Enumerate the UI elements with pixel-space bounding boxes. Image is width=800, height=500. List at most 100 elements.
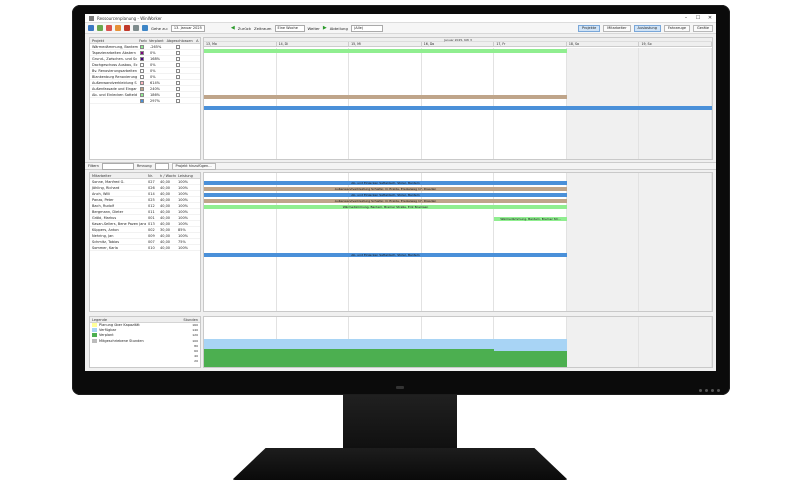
project-name: Außenwandverkleidung S — [92, 81, 137, 85]
assignment-bar[interactable]: Ab- und Einlecken Satteldach, Stoler, Ba… — [204, 181, 567, 185]
closed-checkbox[interactable] — [176, 69, 180, 73]
forward-arrow-icon[interactable]: ▶ — [323, 25, 327, 31]
employee-performance: 100% — [178, 216, 189, 220]
assignment-bar[interactable]: Außenwandverkleidung Schiefer, O. Ereide… — [204, 199, 567, 203]
column-header-a[interactable]: A — [194, 38, 200, 43]
project-planned: 0% — [150, 69, 156, 73]
closed-checkbox[interactable] — [176, 45, 180, 49]
next-button[interactable]: Weiter — [308, 26, 320, 31]
project-name — [90, 98, 138, 103]
column-header-closed[interactable]: Abgeschlossen — [165, 38, 194, 43]
employee-number: 010 — [148, 246, 155, 250]
employee-hours: 30,00 — [160, 228, 171, 232]
assignment-bar[interactable]: Außenwandverkleidung Schiefer, O. Ereide… — [204, 187, 567, 191]
legend-label: Verfügbar — [99, 328, 117, 333]
employee-hours: 40,00 — [160, 204, 171, 208]
closed-checkbox[interactable] — [176, 81, 180, 85]
project-color — [138, 80, 148, 85]
column-header-hours[interactable]: h / Woche — [158, 173, 176, 178]
list-item[interactable]: 297% — [90, 98, 200, 104]
project-closed — [166, 86, 196, 91]
projects-view-button[interactable]: Projekte — [578, 24, 601, 32]
closed-checkbox[interactable] — [176, 51, 180, 55]
app-icon — [89, 15, 94, 21]
project-bar[interactable] — [204, 95, 567, 99]
print-icon[interactable] — [133, 25, 139, 31]
column-header-color[interactable]: Farbe — [137, 38, 147, 43]
column-header-employee[interactable]: Mitarbeiter — [90, 173, 146, 178]
assignment-bar[interactable]: Ab- und Einlecken Satteldach, Stoler, Ba… — [204, 253, 567, 257]
project-closed — [166, 62, 196, 67]
monitor-neck — [343, 395, 457, 452]
closed-checkbox[interactable] — [176, 63, 180, 67]
table-row[interactable]: Sommer, Karla 010 40,00 100% — [90, 245, 200, 251]
day-header: 17, Fr — [494, 42, 567, 46]
employee-hours: 40,00 — [160, 192, 171, 196]
help-icon[interactable] — [142, 25, 148, 31]
employees-view-button[interactable]: Mitarbeiter — [603, 24, 631, 32]
minimize-button[interactable]: – — [680, 14, 692, 22]
refresh-icon[interactable] — [97, 25, 103, 31]
employee-name: Nehring, Jan — [92, 234, 114, 238]
date-picker[interactable]: 13. Januar 2025 — [170, 24, 205, 32]
project-planned: 0% — [150, 75, 156, 79]
employee-name: Kasan-Sellers, Bene Pazen Jansen — [92, 222, 146, 226]
project-color — [138, 44, 148, 49]
project-color — [138, 92, 148, 97]
delete-icon[interactable] — [106, 25, 112, 31]
utilization-view-button[interactable]: Auslastung — [633, 24, 661, 32]
day-header: 19, So — [639, 42, 712, 46]
color-swatch — [140, 93, 144, 97]
employee-hours: 40,00 — [160, 198, 171, 202]
column-header-planned[interactable]: Verplant — [147, 38, 165, 43]
employee-name: Bergmann, Dieter — [92, 210, 124, 214]
range-select[interactable]: Eine Woche — [274, 24, 305, 32]
employee-hours: 40,00 — [160, 240, 171, 244]
save-icon[interactable] — [88, 25, 94, 31]
column-header-number[interactable]: Nr. — [146, 173, 158, 178]
employee-hours: 40,00 — [160, 222, 171, 226]
filter-input[interactable] — [101, 162, 134, 170]
employee-performance: 100% — [178, 246, 189, 250]
project-name: Bv. Renovierungsarbeiten — [92, 69, 138, 73]
employee-name: Küppers, Anton — [92, 228, 119, 232]
employee-performance: 100% — [178, 234, 189, 238]
vehicles-view-button[interactable]: Fahrzeuge — [663, 24, 691, 32]
color-swatch — [140, 69, 144, 73]
legend-title: Legende — [92, 318, 108, 322]
back-arrow-icon[interactable]: ◀ — [231, 25, 235, 31]
calendar-days-header: 13, Mo 14, Di 15, Mi 16, Do 17, Fr 18, S… — [204, 42, 712, 47]
assignment-bar[interactable]: Wärmedämmung, Bantem, Bremer Str... — [494, 217, 567, 221]
employee-performance: 100% — [178, 210, 189, 214]
employee-performance: 100% — [178, 204, 189, 208]
project-bar[interactable] — [204, 106, 712, 110]
closed-checkbox[interactable] — [176, 87, 180, 91]
assignment-bar[interactable]: Wärmedämmung, Bantem, Bremer Straße, Eri… — [204, 205, 567, 209]
maximize-button[interactable]: ☐ — [692, 14, 704, 22]
day-header: 16, Do — [422, 42, 495, 46]
column-header-project[interactable]: Projekt — [90, 38, 137, 43]
back-button[interactable]: Zurück — [238, 26, 251, 31]
legend-panel: Legende Stunden Planung über Kapazität Ve… — [89, 316, 201, 368]
closed-checkbox[interactable] — [176, 75, 180, 79]
project-bar[interactable] — [204, 49, 567, 53]
project-color — [138, 68, 148, 73]
closed-checkbox[interactable] — [176, 57, 180, 61]
add-project-button[interactable]: Projekt hinzufügen... — [171, 162, 216, 170]
column-header-performance[interactable]: Leistung — [176, 173, 196, 178]
employees-gantt: Ab- und Einlecken Satteldach, Stoler, Ba… — [203, 172, 713, 312]
close-button[interactable]: ✕ — [704, 14, 716, 22]
department-select[interactable]: (Alle) — [350, 24, 383, 32]
stop-icon[interactable] — [124, 25, 130, 31]
closed-checkbox[interactable] — [176, 93, 180, 97]
project-planned: 240% — [150, 87, 161, 91]
legend-label: Planung über Kapazität — [99, 323, 140, 327]
equipment-view-button[interactable]: Geräte — [693, 24, 713, 32]
employee-hours: 40,00 — [160, 216, 171, 220]
assignment-bar[interactable]: Ab- und Einlecken Satteldach, Stoler, Ba… — [204, 193, 567, 197]
calendar-icon[interactable] — [115, 25, 121, 31]
color-swatch — [140, 75, 144, 79]
number-input[interactable] — [154, 162, 169, 170]
employee-performance: 100% — [178, 198, 189, 202]
closed-checkbox[interactable] — [176, 99, 180, 103]
